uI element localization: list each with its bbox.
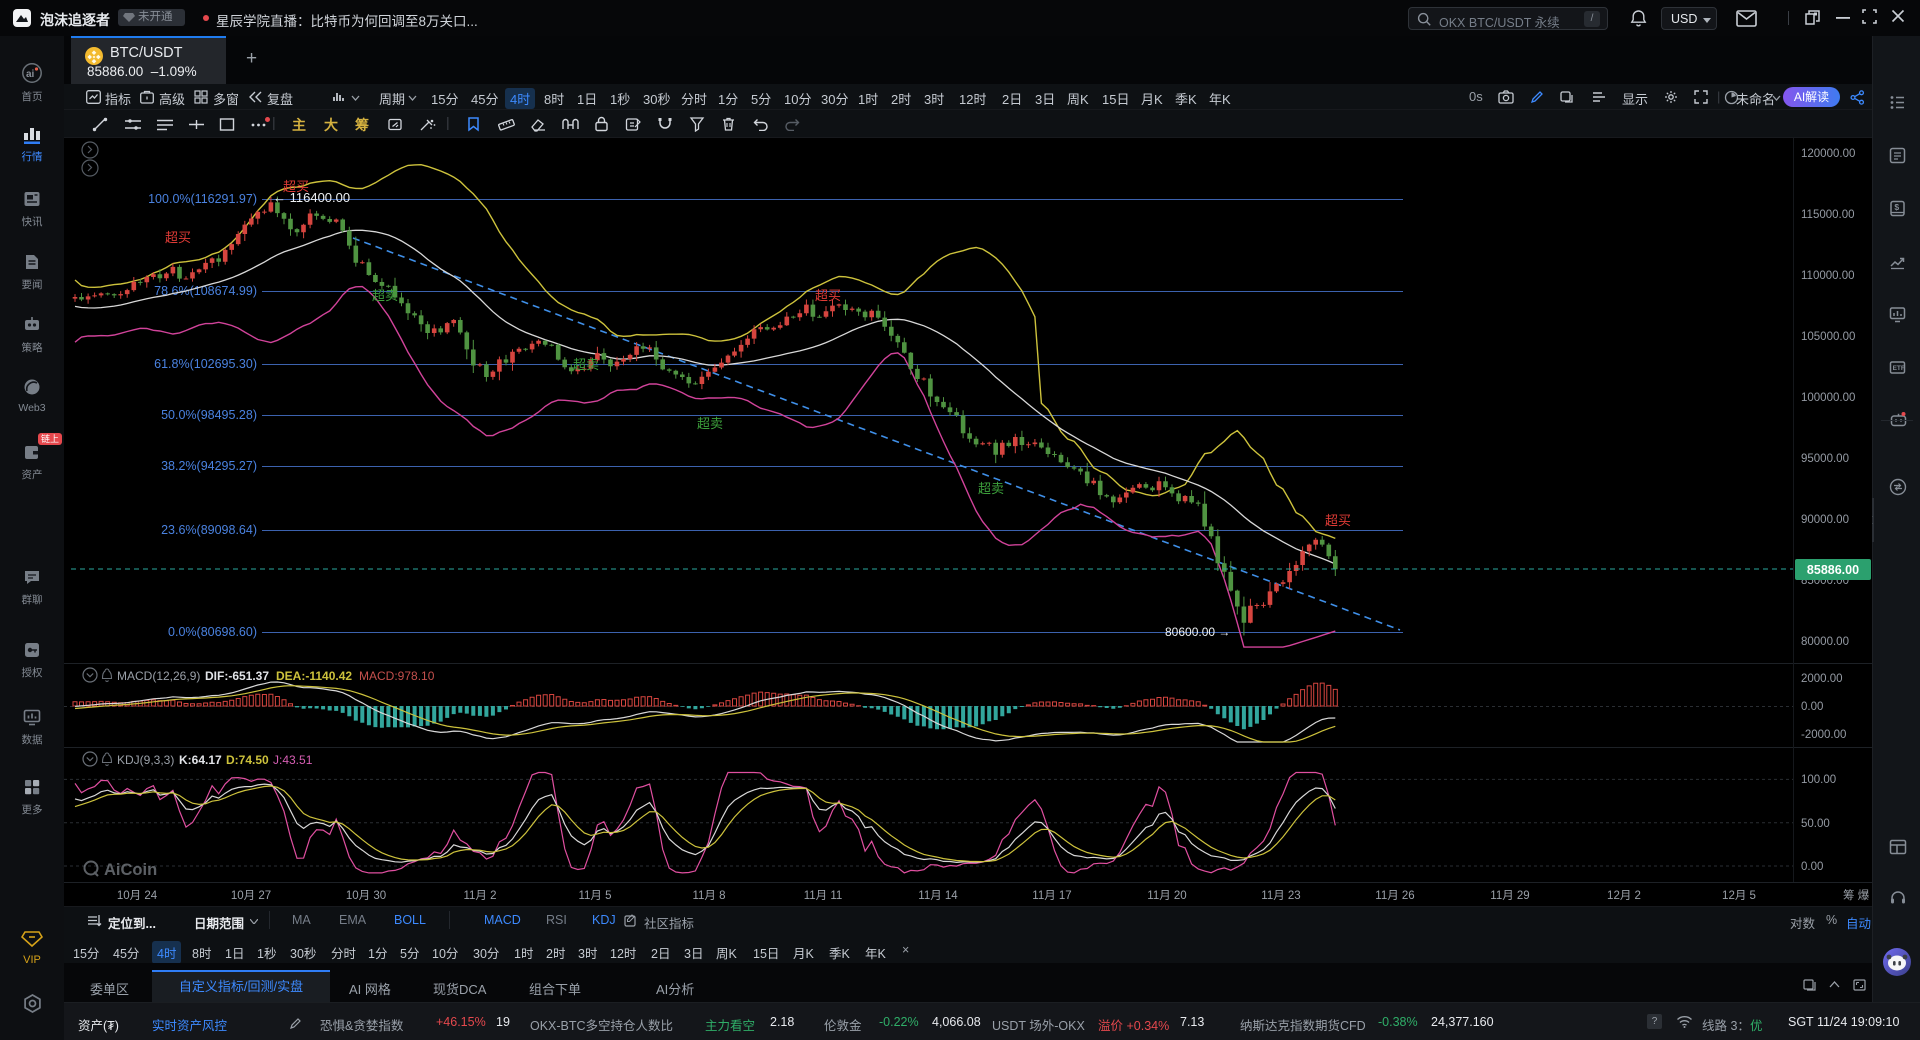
svg-text:115000.00: 115000.00 xyxy=(1801,209,1855,221)
svg-text:K:64.17: K:64.17 xyxy=(179,753,222,767)
svg-text:超买: 超买 xyxy=(165,230,191,245)
svg-text:0.0%(80698.60): 0.0%(80698.60) xyxy=(168,625,257,639)
svg-text:100.0%(116291.97): 100.0%(116291.97) xyxy=(148,192,257,206)
svg-text:95000.00: 95000.00 xyxy=(1801,453,1849,465)
svg-text:11月 23: 11月 23 xyxy=(1261,890,1300,902)
svg-text:11月 17: 11月 17 xyxy=(1032,890,1071,902)
svg-text:$: $ xyxy=(1894,202,1899,212)
svg-text:超买: 超买 xyxy=(1325,513,1351,528)
svg-text:11月 11: 11月 11 xyxy=(804,890,843,902)
svg-text:KDJ(9,3,3): KDJ(9,3,3) xyxy=(117,753,174,767)
svg-text:23.6%(89098.64): 23.6%(89098.64) xyxy=(161,523,257,537)
svg-text:10月 27: 10月 27 xyxy=(231,890,271,902)
svg-text:85886.00: 85886.00 xyxy=(1807,563,1859,577)
svg-text:61.8%(102695.30): 61.8%(102695.30) xyxy=(154,357,257,371)
svg-text:超卖: 超卖 xyxy=(372,288,398,303)
svg-text:38.2%(94295.27): 38.2%(94295.27) xyxy=(161,459,257,473)
svg-text:超卖: 超卖 xyxy=(573,357,599,372)
svg-text:12月 2: 12月 2 xyxy=(1607,890,1641,902)
svg-text:MACD:978.10: MACD:978.10 xyxy=(359,669,435,683)
svg-text:110000.00: 110000.00 xyxy=(1801,270,1855,282)
svg-text:2000.00: 2000.00 xyxy=(1801,673,1843,685)
svg-text:ETF: ETF xyxy=(1893,365,1905,372)
svg-text:超卖: 超卖 xyxy=(697,416,723,431)
svg-text:-2000.00: -2000.00 xyxy=(1801,729,1846,741)
svg-text:11月 2: 11月 2 xyxy=(463,890,496,902)
svg-text:← 116400.00: ← 116400.00 xyxy=(273,190,350,205)
svg-text:11月 26: 11月 26 xyxy=(1375,890,1414,902)
svg-text:11月 29: 11月 29 xyxy=(1490,890,1529,902)
svg-text:12月 5: 12月 5 xyxy=(1722,890,1756,902)
svg-text:DEA:-1140.42: DEA:-1140.42 xyxy=(276,669,352,683)
svg-text:11月 5: 11月 5 xyxy=(578,890,611,902)
svg-text:50.0%(98495.28): 50.0%(98495.28) xyxy=(161,408,257,422)
svg-text:10月 30: 10月 30 xyxy=(346,890,386,902)
svg-text:0.00: 0.00 xyxy=(1801,701,1823,713)
svg-text:11月 20: 11月 20 xyxy=(1147,890,1186,902)
svg-text:超买: 超买 xyxy=(815,288,841,303)
svg-text:80000.00: 80000.00 xyxy=(1801,636,1849,648)
svg-text:120000.00: 120000.00 xyxy=(1801,148,1855,160)
svg-text:筹 爆: 筹 爆 xyxy=(1843,888,1870,902)
svg-text:80600.00 →: 80600.00 → xyxy=(1165,625,1230,639)
svg-text:105000.00: 105000.00 xyxy=(1801,331,1855,343)
svg-text:11月 8: 11月 8 xyxy=(692,890,725,902)
svg-text:90000.00: 90000.00 xyxy=(1801,514,1849,526)
svg-text:11月 14: 11月 14 xyxy=(918,890,958,902)
svg-text:100.00: 100.00 xyxy=(1801,774,1836,786)
svg-text:50.00: 50.00 xyxy=(1801,818,1830,830)
svg-text:AiCoin: AiCoin xyxy=(104,861,157,879)
svg-text:100000.00: 100000.00 xyxy=(1801,392,1855,404)
svg-text:ai: ai xyxy=(26,69,35,80)
svg-text:D:74.50: D:74.50 xyxy=(226,753,269,767)
svg-text:10月 24: 10月 24 xyxy=(117,890,158,902)
svg-text:DIF:-651.37: DIF:-651.37 xyxy=(205,669,269,683)
svg-text:超卖: 超卖 xyxy=(978,481,1004,496)
svg-text:MACD(12,26,9): MACD(12,26,9) xyxy=(117,669,200,683)
svg-text:J:43.51: J:43.51 xyxy=(273,753,313,767)
svg-text:0.00: 0.00 xyxy=(1801,861,1823,873)
